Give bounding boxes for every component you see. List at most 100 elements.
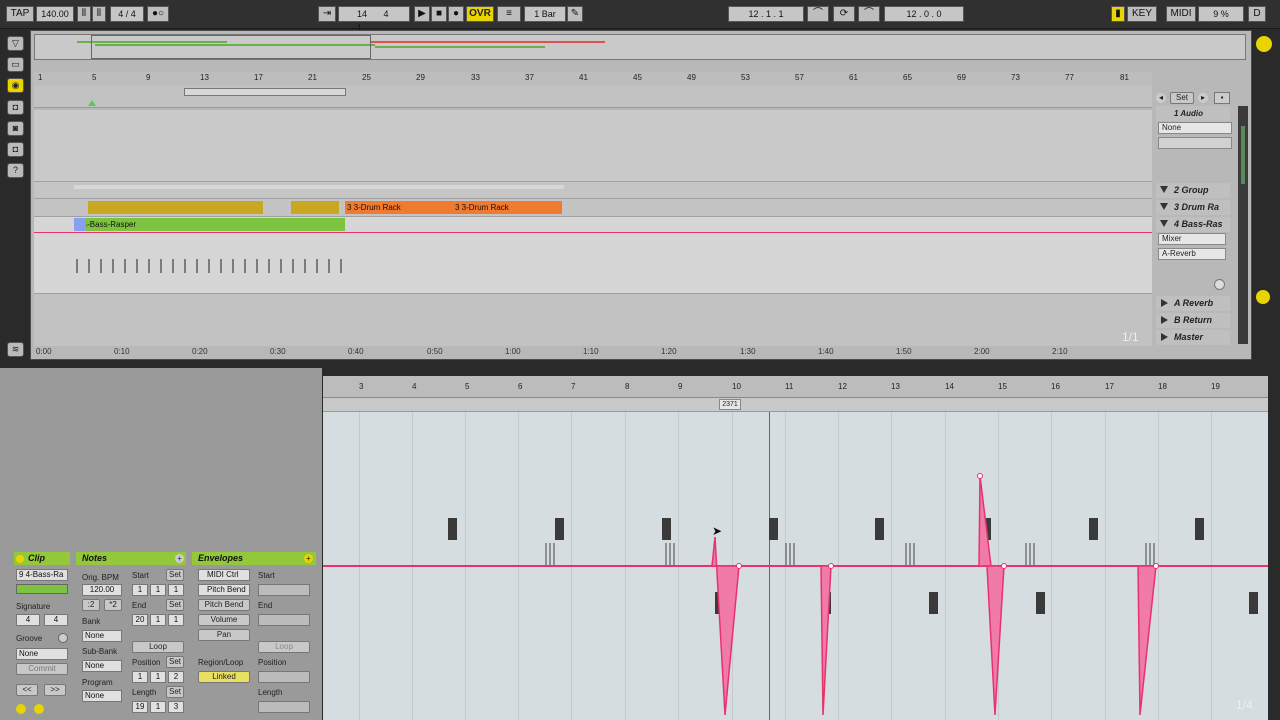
bass-track-lane[interactable]: 9 4-Bass-Rasper	[34, 217, 1152, 294]
draw-mode-icon[interactable]: ✎	[567, 6, 583, 22]
help-browser-icon[interactable]: ?	[7, 163, 24, 178]
browser-toggle-icon[interactable]: ▽	[7, 36, 24, 51]
drum-track-lane[interactable]: 3 3-Drum Rack 3 3-Drum Rack	[34, 199, 1152, 217]
track-header-b-return[interactable]: B Return	[1156, 313, 1230, 328]
half-tempo-button[interactable]: :2	[82, 599, 100, 611]
editor-ruler[interactable]: 3 4 5 6 7 8 9 10 11 12 13 14 15 16 17 18…	[323, 376, 1268, 398]
clip-name-field[interactable]: 9 4-Bass-Ra	[16, 569, 68, 581]
next-locator-icon[interactable]: ▸	[1198, 93, 1208, 103]
clip-activator-icon[interactable]	[16, 555, 24, 563]
drum-clip-yellow[interactable]	[88, 201, 263, 214]
sig-denominator-field[interactable]: 4	[44, 614, 68, 626]
position-sixteenth-field[interactable]: 2	[168, 671, 184, 683]
start-marker-icon[interactable]	[88, 100, 96, 106]
bass-routing-select[interactable]: Mixer	[1158, 233, 1226, 245]
pan-button[interactable]: Pan	[198, 629, 250, 641]
position-set-button[interactable]: Set	[166, 656, 184, 668]
loop-start-field[interactable]: 12 . 1 . 1	[728, 6, 804, 22]
end-beat-field[interactable]: 1	[150, 614, 166, 626]
length-sixteenth-field[interactable]: 3	[168, 701, 184, 713]
end-bar-field[interactable]: 20	[132, 614, 148, 626]
pitch-bend-button[interactable]: Pitch Bend	[198, 599, 250, 611]
overview-toggle-icon[interactable]: ≋	[7, 342, 24, 357]
tap-button[interactable]: TAP	[6, 6, 34, 22]
notes-toggle-icon[interactable]	[34, 704, 44, 714]
env-loop-button[interactable]: Loop	[258, 641, 310, 653]
loop-length-field[interactable]: 12 . 0 . 0	[884, 6, 964, 22]
follow-icon[interactable]: ⇥	[318, 6, 336, 22]
audio-track-lane[interactable]	[34, 110, 1152, 182]
samples-browser-icon[interactable]: ◙	[7, 121, 24, 136]
tempo-field[interactable]: 140.00	[36, 6, 74, 22]
clip-nudge-back-icon[interactable]: <<	[16, 684, 38, 696]
groove-select[interactable]: None	[16, 648, 68, 660]
start-sixteenth-field[interactable]: 1	[168, 584, 184, 596]
track-activator-icon[interactable]	[1214, 279, 1225, 290]
fold-icon[interactable]: ▪	[1214, 92, 1230, 104]
volume-button[interactable]: Volume	[198, 614, 250, 626]
envelope-device-select[interactable]: MIDI Ctrl	[198, 569, 250, 581]
nudge-down-icon[interactable]: ⦀	[77, 6, 91, 22]
env-length-field[interactable]	[258, 701, 310, 713]
loop-brace[interactable]	[184, 88, 346, 96]
start-bar-field[interactable]: 1	[132, 584, 148, 596]
launch-toggle-icon[interactable]	[16, 704, 26, 714]
end-set-button[interactable]: Set	[166, 599, 184, 611]
punch-in-icon[interactable]: ⌒	[807, 6, 829, 22]
automation-icon[interactable]: ≡	[497, 6, 521, 22]
loop-brace-bar[interactable]	[34, 86, 1152, 108]
bass-clip[interactable]: 9 4-Bass-Rasper	[74, 218, 345, 231]
stop-icon[interactable]: ■	[431, 6, 447, 22]
envelopes-box-header[interactable]: Envelopes	[192, 552, 316, 565]
clip-nudge-forward-icon[interactable]: >>	[44, 684, 66, 696]
song-position-field[interactable]: 14 4 1	[338, 6, 410, 33]
drum-rack-clip[interactable]: 3 3-Drum Rack	[453, 201, 562, 214]
envelopes-add-icon[interactable]: +	[304, 554, 313, 563]
files-browser-icon[interactable]: ◘	[7, 100, 24, 115]
quantize-select[interactable]: 1 Bar	[524, 6, 566, 22]
loop-switch-icon[interactable]: ⟳	[833, 6, 855, 22]
drum-rack-clip[interactable]: 3 3-Drum Rack	[345, 201, 453, 214]
loop-button[interactable]: Loop	[132, 641, 184, 653]
metronome-icon[interactable]: ●○	[147, 6, 169, 22]
group-track-lane[interactable]	[34, 182, 1152, 199]
start-set-button[interactable]: Set	[166, 569, 184, 581]
set-locator-button[interactable]: Set	[1170, 92, 1194, 104]
linked-button[interactable]: Linked	[198, 671, 250, 683]
commit-button[interactable]: Commit	[16, 663, 68, 675]
start-beat-field[interactable]: 1	[150, 584, 166, 596]
notes-add-icon[interactable]: +	[175, 554, 184, 563]
track-header-drum[interactable]: 3 Drum Ra	[1156, 200, 1230, 215]
arrangement-overview[interactable]	[34, 34, 1246, 60]
track-header-audio[interactable]: 1 Audio	[1156, 106, 1230, 121]
bank-select[interactable]: None	[82, 630, 122, 642]
overdub-button[interactable]: OVR	[466, 6, 494, 22]
length-bar-field[interactable]: 19	[132, 701, 148, 713]
view-toggle-icon[interactable]	[1256, 36, 1272, 52]
drum-clip-yellow[interactable]	[291, 201, 339, 214]
length-set-button[interactable]: Set	[166, 686, 184, 698]
pitch-bend-envelope[interactable]	[323, 412, 1268, 720]
device-browser-icon[interactable]: ▭	[7, 57, 24, 72]
track-header-group[interactable]: 2 Group	[1156, 183, 1230, 198]
audio-input-select[interactable]: None	[1158, 122, 1232, 134]
play-icon[interactable]: ▶	[414, 6, 430, 22]
record-icon[interactable]: ●	[448, 6, 464, 22]
double-tempo-button[interactable]: *2	[104, 599, 122, 611]
position-bar-field[interactable]: 1	[132, 671, 148, 683]
time-signature-field[interactable]: 4 / 4	[110, 6, 144, 22]
prev-locator-icon[interactable]: ◂	[1156, 93, 1166, 103]
places-browser-icon[interactable]: ◘	[7, 142, 24, 157]
end-sixteenth-field[interactable]: 1	[168, 614, 184, 626]
sig-numerator-field[interactable]: 4	[16, 614, 40, 626]
track-lanes[interactable]: 3 3-Drum Rack 3 3-Drum Rack 9 4-Bass-Ras…	[34, 110, 1152, 346]
track-header-a-reverb[interactable]: A Reverb	[1156, 296, 1230, 311]
subbank-select[interactable]: None	[82, 660, 122, 672]
length-beat-field[interactable]: 1	[150, 701, 166, 713]
punch-out-icon[interactable]: ⌒	[858, 6, 880, 22]
track-header-bass[interactable]: 4 Bass-Ras	[1156, 217, 1230, 232]
envelope-control-select[interactable]: Pitch Bend	[198, 584, 250, 596]
plugin-browser-icon[interactable]: ◉	[7, 78, 24, 93]
editor-loop-bar[interactable]: 2371	[323, 398, 1268, 412]
env-start-field[interactable]	[258, 584, 310, 596]
